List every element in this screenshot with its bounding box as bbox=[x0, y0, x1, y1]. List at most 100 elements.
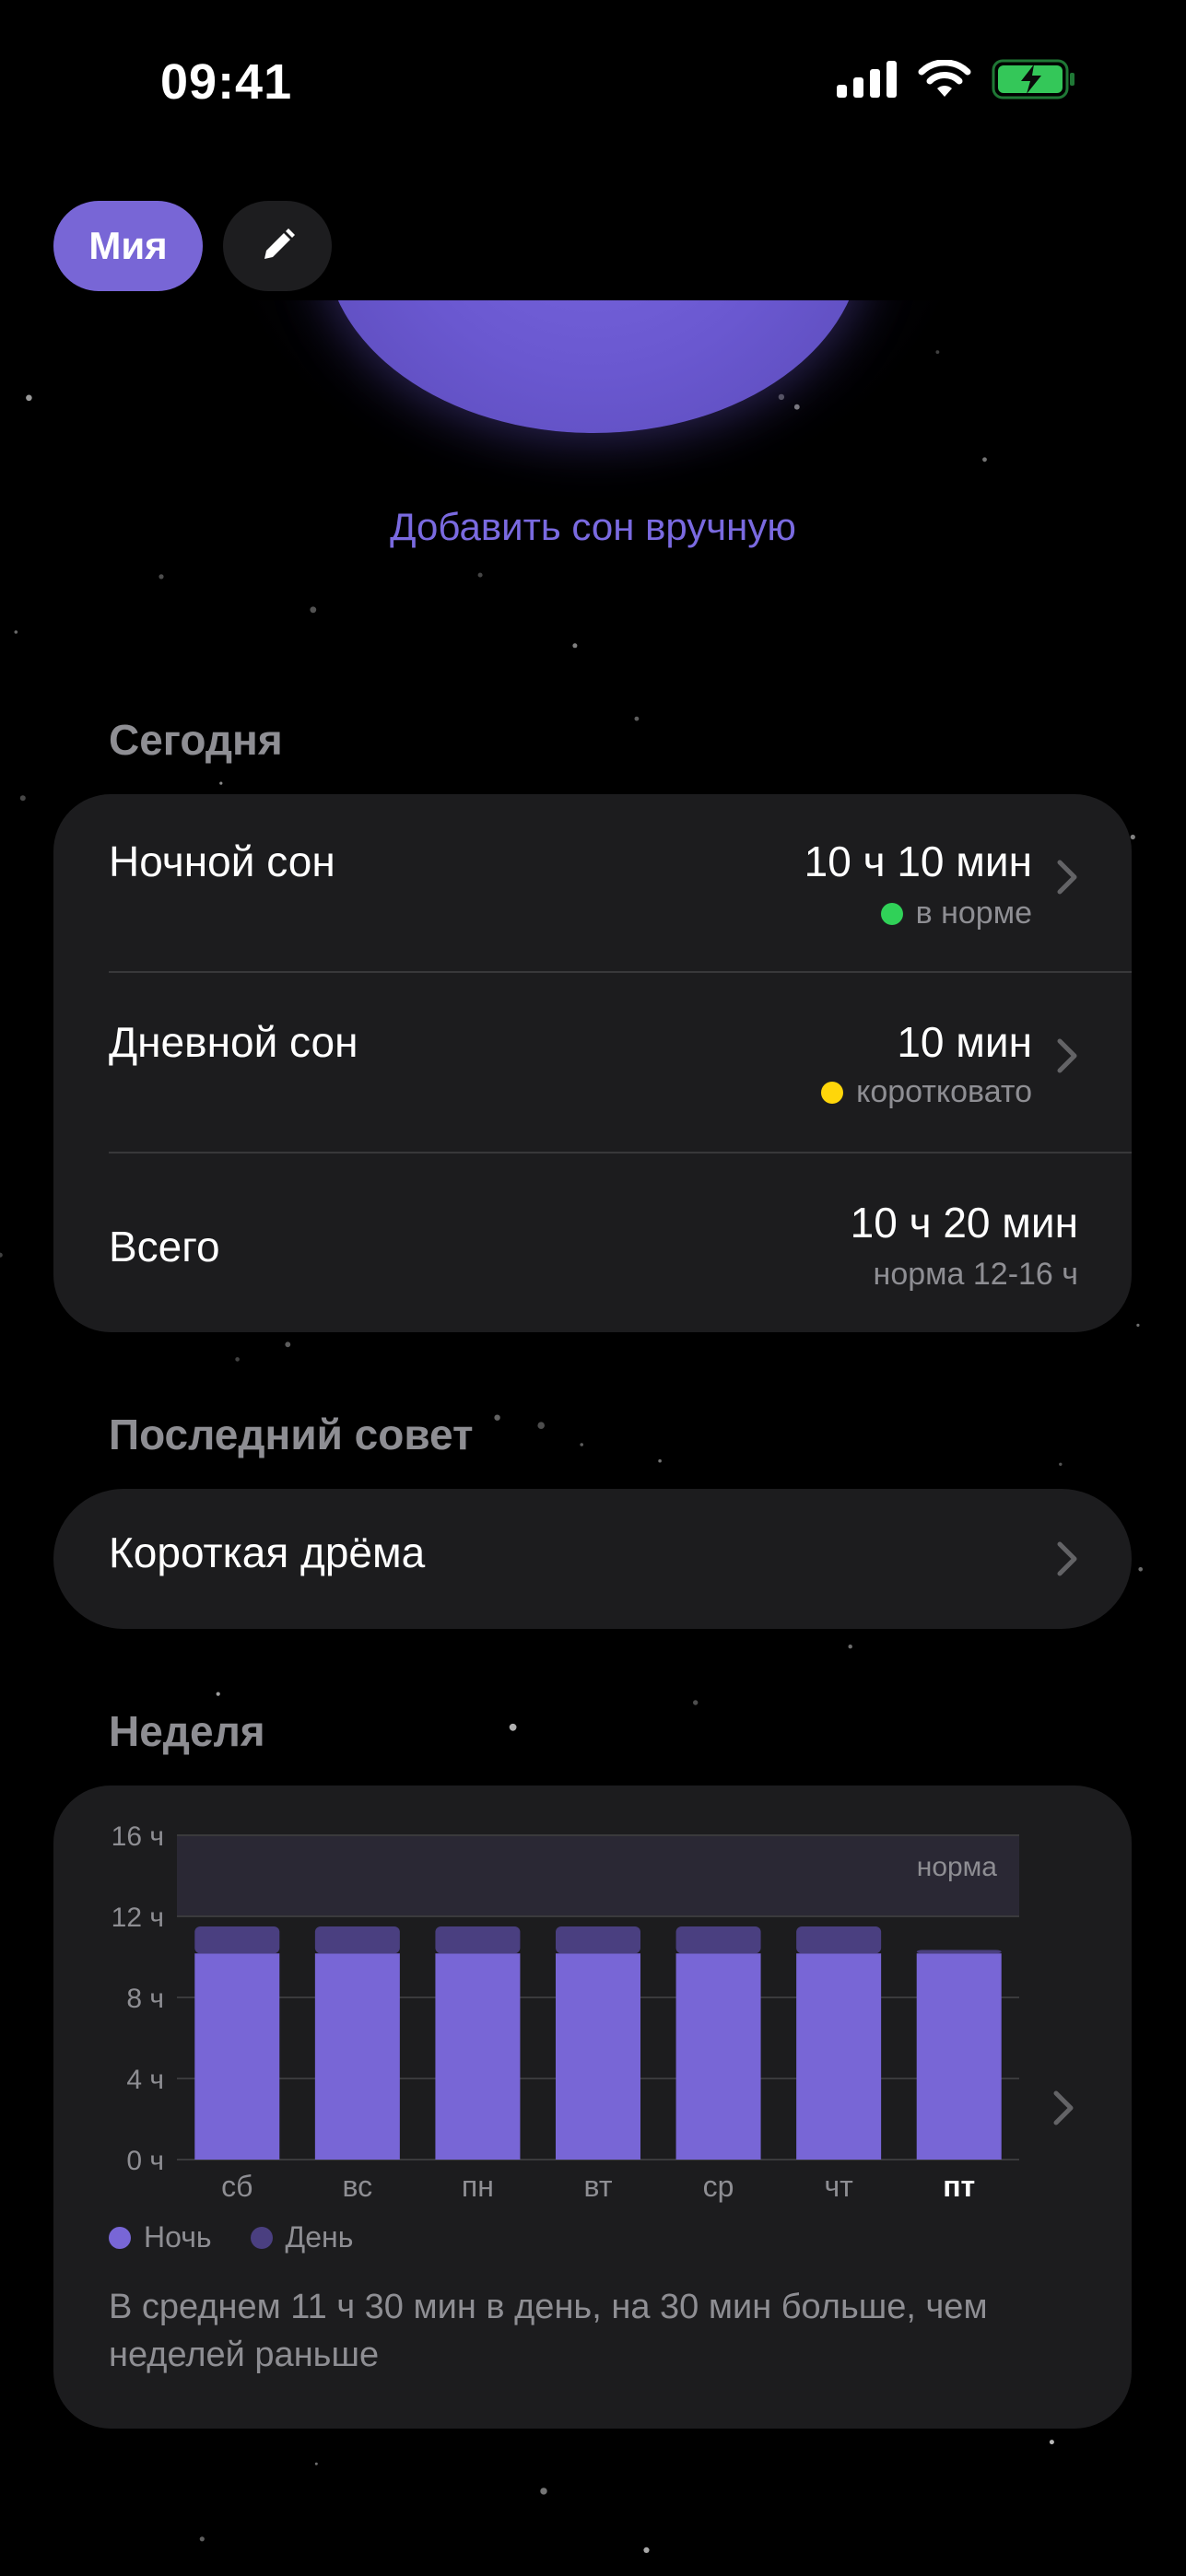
bar-night bbox=[314, 1953, 400, 2160]
status-dot-green bbox=[880, 902, 903, 925]
star bbox=[1130, 834, 1135, 840]
profile-button[interactable]: Мия bbox=[53, 201, 203, 291]
star bbox=[310, 606, 317, 614]
y-tick-label: 12 ч bbox=[112, 1903, 164, 1933]
total-sleep-norm: норма 12-16 ч bbox=[873, 1257, 1078, 1292]
star bbox=[634, 716, 640, 721]
section-title-week: Неделя bbox=[109, 1707, 265, 1755]
x-tick-label: вт bbox=[584, 2170, 613, 2203]
y-tick-label: 4 ч bbox=[126, 2065, 164, 2095]
status-time: 09:41 bbox=[160, 54, 293, 110]
star bbox=[982, 457, 987, 463]
star bbox=[580, 1443, 583, 1446]
x-tick-label: сб bbox=[221, 2170, 252, 2203]
chevron-right-icon bbox=[1053, 2090, 1074, 2125]
total-sleep-label: Всего bbox=[109, 1223, 220, 1270]
star bbox=[235, 1357, 240, 1362]
battery-charging-icon bbox=[992, 59, 1074, 100]
week-summary: В среднем 11 ч 30 мин в день, на 30 мин … bbox=[109, 2288, 988, 2374]
star bbox=[216, 1692, 220, 1696]
bar-day bbox=[435, 1926, 521, 1954]
section-title-today: Сегодня bbox=[109, 716, 283, 764]
bar-day bbox=[916, 1950, 1002, 1954]
star bbox=[314, 2462, 318, 2465]
bar-day bbox=[556, 1926, 640, 1954]
y-tick-label: 0 ч bbox=[126, 2146, 164, 2176]
night-sleep-status: в норме bbox=[880, 896, 1032, 931]
status-dot-yellow bbox=[821, 1081, 844, 1104]
legend-item-day: День bbox=[250, 2220, 354, 2254]
star bbox=[643, 2547, 650, 2553]
star bbox=[935, 350, 940, 354]
day-sleep-row[interactable]: Дневной сон 10 мин коротковато bbox=[109, 1017, 1078, 1128]
star bbox=[19, 795, 26, 802]
star bbox=[509, 1723, 517, 1731]
star bbox=[494, 1414, 500, 1421]
day-sleep-value: 10 мин bbox=[897, 1018, 1032, 1066]
bar-day bbox=[675, 1926, 761, 1954]
night-sleep-row[interactable]: Ночной сон 10 ч 10 мин в норме bbox=[109, 837, 1078, 947]
star bbox=[693, 1700, 699, 1705]
legend-label-night: Ночь bbox=[144, 2220, 212, 2254]
night-sleep-label: Ночной сон bbox=[109, 837, 335, 885]
total-sleep-value: 10 ч 20 мин bbox=[850, 1199, 1078, 1247]
last-tip-card[interactable]: Короткая дрёма bbox=[53, 1489, 1132, 1629]
divider bbox=[109, 1152, 1132, 1153]
bar-night bbox=[796, 1953, 882, 2160]
star bbox=[537, 1422, 545, 1429]
bar-night bbox=[194, 1953, 280, 2160]
legend-label-day: День bbox=[285, 2220, 354, 2254]
x-tick-label: пт bbox=[943, 2170, 975, 2203]
star bbox=[1049, 2440, 1054, 2445]
star bbox=[1136, 1323, 1140, 1327]
star bbox=[848, 1645, 852, 1649]
x-tick-label: ср bbox=[703, 2170, 734, 2203]
night-sleep-value: 10 ч 10 мин bbox=[804, 837, 1032, 885]
add-sleep-manually-link[interactable]: Добавить сон вручную bbox=[0, 505, 1186, 549]
day-sleep-label: Дневной сон bbox=[109, 1018, 358, 1066]
bar-night bbox=[556, 1953, 640, 2160]
bar-night bbox=[435, 1953, 521, 2160]
star bbox=[658, 1458, 662, 1463]
today-card: Ночной сон 10 ч 10 мин в норме Дневной с… bbox=[53, 794, 1132, 1332]
star bbox=[219, 781, 223, 785]
divider bbox=[109, 971, 1132, 973]
edit-profile-button[interactable] bbox=[223, 201, 332, 291]
chart-legend: Ночь День bbox=[109, 2220, 377, 2254]
y-tick-label: 16 ч bbox=[112, 1821, 164, 1852]
legend-dot-day bbox=[250, 2226, 273, 2249]
star bbox=[1059, 1462, 1063, 1467]
y-tick-label: 8 ч bbox=[126, 1984, 164, 2014]
star bbox=[26, 394, 32, 402]
bar-day bbox=[314, 1926, 400, 1954]
x-tick-label: чт bbox=[824, 2170, 853, 2203]
bar-day bbox=[796, 1926, 882, 1954]
legend-item-night: Ночь bbox=[109, 2220, 212, 2254]
star bbox=[0, 1252, 3, 1258]
star bbox=[540, 2488, 547, 2495]
total-sleep-row: Всего 10 ч 20 мин норма 12-16 ч bbox=[109, 1198, 1078, 1308]
bar-night bbox=[916, 1953, 1002, 2160]
chevron-right-icon bbox=[1057, 860, 1077, 895]
day-sleep-status-text: коротковато bbox=[856, 1074, 1032, 1109]
bar-night bbox=[675, 1953, 761, 2160]
pencil-icon bbox=[264, 228, 295, 259]
chevron-right-icon bbox=[1057, 1038, 1077, 1073]
star bbox=[159, 574, 164, 580]
norm-band-label: норма bbox=[917, 1852, 998, 1882]
last-tip-item: Короткая дрёма bbox=[109, 1528, 426, 1576]
star bbox=[477, 572, 483, 578]
bar-day bbox=[194, 1926, 280, 1954]
x-tick-label: вс bbox=[343, 2170, 373, 2203]
star bbox=[199, 2536, 205, 2542]
star bbox=[285, 1341, 291, 1348]
chevron-right-icon bbox=[1057, 1541, 1077, 1576]
star bbox=[572, 643, 578, 649]
wifi-icon bbox=[918, 60, 971, 97]
x-tick-label: пн bbox=[462, 2170, 494, 2203]
day-sleep-status: коротковато bbox=[821, 1074, 1032, 1110]
night-sleep-status-text: в норме bbox=[915, 896, 1032, 931]
section-title-last-tip: Последний совет bbox=[109, 1411, 474, 1458]
week-card[interactable]: норма 0 ч 4 ч 8 ч 12 ч 16 ч сб вс пн вт ср чт пт Ноч… bbox=[53, 1786, 1132, 2429]
norm-band bbox=[177, 1835, 1019, 1916]
